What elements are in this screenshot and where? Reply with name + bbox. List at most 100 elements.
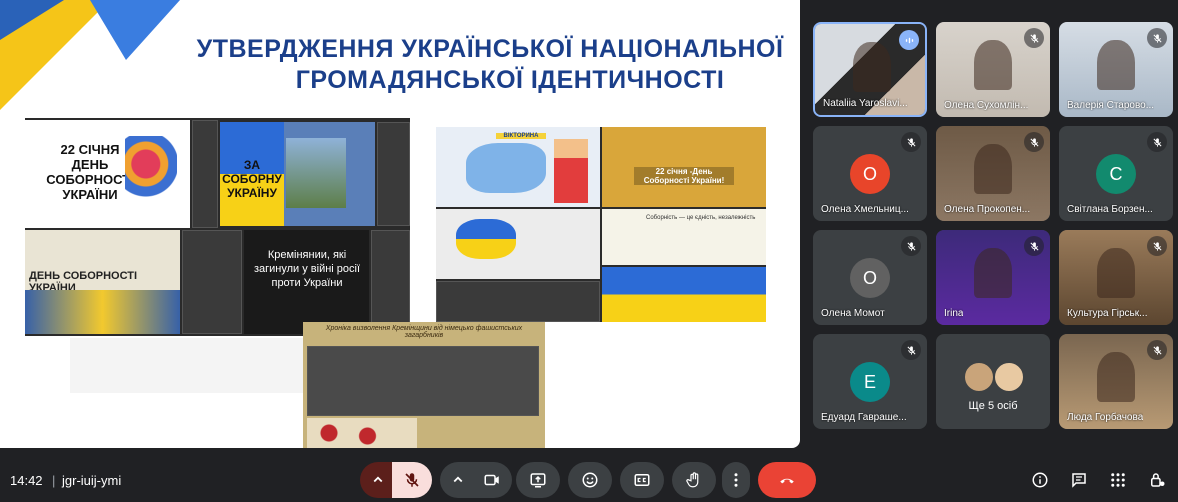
captions-icon: [634, 474, 650, 486]
emoji-icon: [582, 472, 598, 488]
mic-off-icon: [1147, 132, 1167, 152]
more-options-button[interactable]: [722, 462, 750, 498]
chevron-up-icon: [373, 476, 383, 483]
card-soborost-2-text: ЗА СОБОРНУ УКРАЇНУ: [222, 158, 282, 200]
raise-hand-button[interactable]: [672, 462, 716, 498]
participant-figure: [1097, 248, 1135, 298]
participant-tile[interactable]: Олена Сухомлін...: [936, 22, 1050, 117]
card-kreminnyany: Кремінянии, які загинули у війні росії п…: [244, 230, 369, 334]
ukraine-map: [466, 143, 546, 193]
participant-tile[interactable]: С Світлана Борзен...: [1059, 126, 1173, 221]
more-participants-avatar: [993, 361, 1025, 393]
mic-off-icon: [1147, 340, 1167, 360]
mic-off-icon: [901, 340, 921, 360]
video-grid-chronicle: [307, 346, 539, 416]
camera-icon: [484, 474, 499, 486]
time-separator: |: [52, 473, 56, 488]
participant-avatar: С: [1096, 154, 1136, 194]
photo-strip: [25, 290, 180, 334]
participant-tile[interactable]: О Олена Момот: [813, 230, 927, 325]
camera-toggle-button[interactable]: [472, 462, 512, 498]
participant-figure: [1097, 352, 1135, 402]
hand-icon: [686, 472, 699, 488]
current-time: 14:42: [10, 473, 43, 488]
present-screen-icon: [530, 473, 546, 488]
participant-tile[interactable]: Ще 5 осіб: [936, 334, 1050, 429]
participant-figure: [974, 144, 1012, 194]
mic-off-icon: [901, 132, 921, 152]
presentation-slide: УТВЕРДЖЕННЯ УКРАЇНСЬКОЇ НАЦІОНАЛЬНОЇ ГРО…: [0, 0, 800, 448]
participant-figure: [1097, 40, 1135, 90]
participant-tile[interactable]: Культура Гірськ...: [1059, 230, 1173, 325]
collage-left: 22 СІЧНЯ ДЕНЬ СОБОРНОСТІ УКРАЇНИ ЗА СОБО…: [25, 118, 410, 336]
mic-off-icon: [1024, 236, 1044, 256]
mic-off-icon: [1024, 28, 1044, 48]
participant-tile[interactable]: Nataliia Yaroslavi...: [813, 22, 927, 117]
participant-avatar: О: [850, 154, 890, 194]
participant-name: Валерія Старово...: [1067, 100, 1155, 111]
card-soborost-1: 22 СІЧНЯ ДЕНЬ СОБОРНОСТІ УКРАЇНИ: [25, 120, 190, 228]
card-sobornist-day: 22 січня -День Соборності України!: [602, 127, 766, 207]
video-column-2: [377, 122, 410, 226]
card-soborost-1-text: 22 СІЧНЯ ДЕНЬ СОБОРНОСТІ УКРАЇНИ: [46, 142, 134, 202]
participant-tile[interactable]: Irina: [936, 230, 1050, 325]
meeting-code: jgr-iuij-ymi: [62, 473, 122, 488]
blank-card: [70, 338, 305, 393]
chat-button[interactable]: [1067, 468, 1091, 492]
more-participants-avatar: [963, 361, 995, 393]
speaking-indicator-icon: [899, 30, 919, 50]
participant-name: Олена Момот: [821, 308, 885, 319]
participant-name: Irina: [944, 308, 964, 319]
participant-name: Олена Хмельниц...: [821, 204, 909, 215]
slide-title: УТВЕРДЖЕННЯ УКРАЇНСЬКОЇ НАЦІОНАЛЬНОЇ ГРО…: [150, 34, 800, 96]
mic-off-icon: [405, 473, 419, 487]
video-column-3: [182, 230, 242, 334]
card-quiz-text: ВІКТОРИНА: [496, 133, 546, 139]
participant-name: Nataliia Yaroslavi...: [823, 98, 908, 109]
chat-icon: [1072, 473, 1086, 488]
more-participants-label: Ще 5 осіб: [968, 400, 1018, 412]
participant-figure: [974, 40, 1012, 90]
video-options-button[interactable]: [440, 462, 476, 498]
captions-button[interactable]: [620, 462, 664, 498]
leave-call-button[interactable]: [758, 462, 816, 498]
participant-avatar: Е: [850, 362, 890, 402]
participant-name: Люда Горбачова: [1067, 412, 1144, 423]
card-kreminnyany-text: Кремінянии, які загинули у війні росії п…: [253, 249, 361, 289]
card-map-video: [436, 209, 600, 279]
more-vert-icon: [734, 473, 738, 487]
participant-tile[interactable]: Люда Горбачова: [1059, 334, 1173, 429]
ukraine-flag-map: [456, 219, 516, 259]
video-column-4: [371, 230, 410, 334]
card-hands: [602, 267, 766, 322]
participant-name: Едуард Гавраше...: [821, 412, 907, 423]
participant-name: Олена Сухомлін...: [944, 100, 1029, 111]
apps-grid-icon: [1111, 473, 1125, 487]
activities-button[interactable]: [1106, 468, 1130, 492]
meet-window: УТВЕРДЖЕННЯ УКРАЇНСЬКОЇ НАЦІОНАЛЬНОЇ ГРО…: [0, 0, 1178, 502]
participant-tile[interactable]: Олена Прокопен...: [936, 126, 1050, 221]
present-screen-button[interactable]: [516, 462, 560, 498]
card-soborost-3: ДЕНЬ СОБОРНОСТІ УКРАЇНИ: [25, 230, 180, 334]
poppies-image: [307, 418, 417, 448]
participant-name: Олена Прокопен...: [944, 204, 1031, 215]
participant-tile[interactable]: Е Едуард Гавраше...: [813, 334, 927, 429]
participant-name: Культура Гірськ...: [1067, 308, 1148, 319]
mic-off-icon: [1147, 28, 1167, 48]
landscape-photo: [286, 138, 346, 208]
emoji-reaction-button[interactable]: [568, 462, 612, 498]
bottom-control-bar: 14:42 | jgr-iuij-ymi: [0, 456, 1178, 502]
lock-person-icon: [1151, 473, 1165, 487]
participant-tile[interactable]: Валерія Старово...: [1059, 22, 1173, 117]
meeting-details-button[interactable]: [1028, 468, 1052, 492]
card-chronicle: Хроніка визволення Кремінщини від німець…: [303, 322, 545, 448]
participant-name: Світлана Борзен...: [1067, 204, 1153, 215]
mic-off-icon: [901, 236, 921, 256]
audio-options-button[interactable]: [360, 462, 396, 498]
participant-figure: [974, 248, 1012, 298]
mic-off-icon: [1147, 236, 1167, 256]
microphone-toggle-button[interactable]: [392, 462, 432, 498]
participant-tile[interactable]: О Олена Хмельниц...: [813, 126, 927, 221]
host-controls-button[interactable]: [1145, 468, 1169, 492]
participant-avatar: О: [850, 258, 890, 298]
